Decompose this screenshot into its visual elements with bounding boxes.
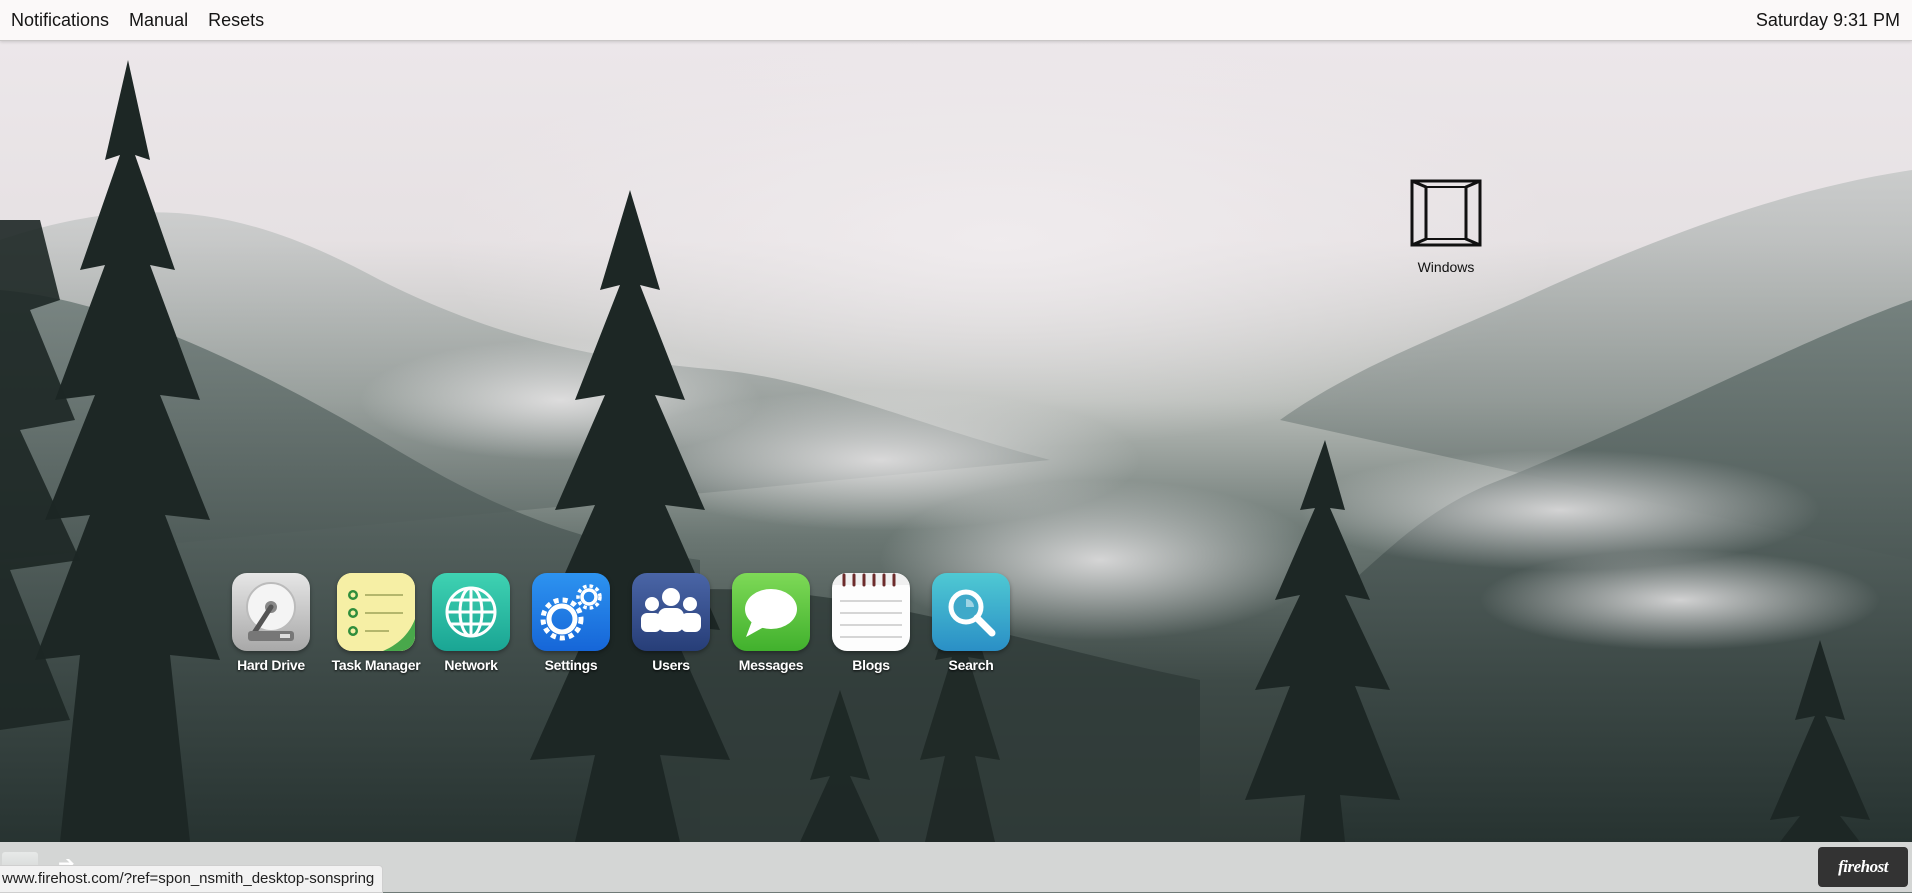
notepad-icon: [832, 573, 910, 651]
app-search[interactable]: Search: [921, 573, 1021, 673]
app-label: Task Manager: [331, 657, 421, 673]
globe-icon: [432, 573, 510, 651]
window-icon: [1410, 179, 1482, 247]
app-users[interactable]: Users: [621, 573, 721, 673]
app-messages[interactable]: Messages: [721, 573, 821, 673]
task-list-icon: [337, 573, 415, 651]
app-label: Blogs: [852, 657, 890, 673]
app-label: Network: [444, 657, 498, 673]
menu-manual[interactable]: Manual: [129, 10, 188, 31]
menu-notifications[interactable]: Notifications: [11, 10, 109, 31]
app-hard-drive[interactable]: Hard Drive: [221, 573, 321, 673]
speech-bubble-icon: [732, 573, 810, 651]
app-label: Settings: [544, 657, 598, 673]
app-label: Search: [948, 657, 994, 673]
app-network[interactable]: Network: [421, 573, 521, 673]
app-task-manager[interactable]: Task Manager: [326, 573, 426, 673]
magnifier-icon: [932, 573, 1010, 651]
gears-icon: [532, 573, 610, 651]
clock: Saturday 9:31 PM: [1755, 10, 1900, 30]
desktop-icon-windows[interactable]: Windows: [1396, 178, 1496, 275]
top-menu-bar: Notifications Manual Resets Saturday 9:3…: [0, 0, 1912, 41]
firehost-logo-badge[interactable]: firehost: [1818, 847, 1908, 887]
app-label: Messages: [738, 657, 804, 673]
users-icon: [632, 573, 710, 651]
menu-resets[interactable]: Resets: [208, 10, 264, 31]
app-label: Hard Drive: [237, 657, 305, 673]
app-label: Users: [652, 657, 690, 673]
app-settings[interactable]: Settings: [521, 573, 621, 673]
app-blogs[interactable]: Blogs: [821, 573, 921, 673]
desktop-icon-label: Windows: [1417, 259, 1475, 275]
desktop-wallpaper: [0, 40, 1912, 842]
status-bar-url: www.firehost.com/?ref=spon_nsmith_deskto…: [0, 865, 384, 893]
hard-drive-icon: [232, 573, 310, 651]
forest-mountain-scene: [0, 60, 1912, 842]
